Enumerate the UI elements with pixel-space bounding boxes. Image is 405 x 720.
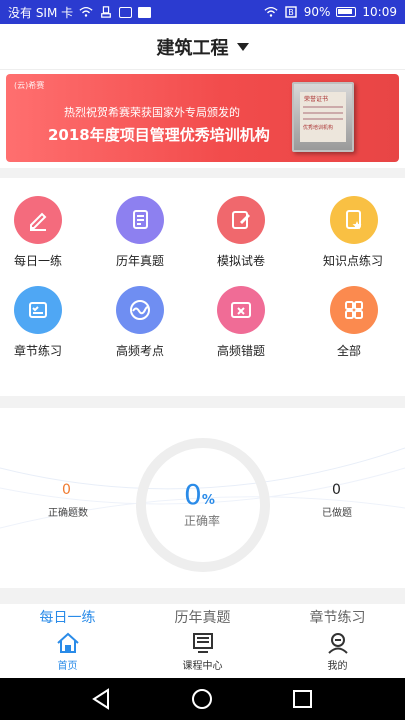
notification-icon (119, 6, 133, 18)
course-board-icon (192, 633, 213, 653)
star-document-icon (330, 196, 378, 244)
edit-paper-icon (217, 196, 265, 244)
grid-all-icon (330, 286, 378, 334)
grid-label: 模拟试卷 (217, 254, 266, 268)
grid-item-all[interactable]: 全部 (323, 286, 405, 359)
page-title: 建筑工程 (156, 37, 229, 59)
accuracy-rate-label: 正确率 (184, 514, 221, 528)
battery-percent: 90% (303, 5, 331, 19)
correct-count-value: 0 (62, 482, 71, 498)
svg-text:B: B (288, 8, 294, 17)
tab-daily-practice[interactable]: 每日一练 (0, 604, 135, 632)
done-count-label: 已做题 (322, 508, 352, 519)
nav-home-label: 首页 (57, 661, 78, 672)
save-indicator-icon: B (285, 6, 297, 18)
wave-icon (116, 286, 164, 334)
stats-panel: 0% 正确率 0 正确题数 0 已做题 (0, 408, 405, 588)
error-card-icon (217, 286, 265, 334)
image-notification-icon (138, 6, 152, 18)
wifi-signal-icon (264, 6, 278, 17)
document-icon (116, 196, 164, 244)
nav-courses[interactable]: 课程中心 (135, 632, 270, 678)
back-icon[interactable] (92, 688, 109, 710)
grid-item-knowledge-practice[interactable]: 知识点练习 (323, 196, 405, 269)
system-navigation-bar (0, 678, 405, 720)
certificate-stamp: 优秀培训机构 (303, 125, 334, 131)
grid-item-past-exams[interactable]: 历年真题 (116, 196, 216, 269)
banner-logo: (云)希赛 (14, 81, 45, 90)
nav-courses-label: 课程中心 (182, 661, 223, 672)
subject-selector[interactable]: 建筑工程 (0, 24, 405, 70)
grid-label: 每日一练 (14, 254, 63, 268)
caret-down-icon (236, 42, 249, 51)
grid-item-mock-exam[interactable]: 模拟试卷 (217, 196, 317, 269)
feature-grid: 每日一练 历年真题 模拟试卷 知识点练习 章节练习 高频考点 高频错题 全部 (0, 178, 405, 396)
bottom-navigation: 首页 课程中心 我的 (0, 632, 405, 678)
banner-headline: 2018年度项目管理优秀培训机构 (48, 126, 270, 144)
grid-item-frequent-points[interactable]: 高频考点 (116, 286, 216, 359)
wifi-icon (79, 6, 93, 17)
nav-mine-label: 我的 (327, 661, 348, 672)
carrier-text: 没有 SIM 卡 (8, 5, 74, 20)
user-icon (327, 633, 348, 654)
certificate-image: 荣誉证书 优秀培训机构 (292, 82, 354, 152)
certificate-title: 荣誉证书 (304, 96, 329, 103)
banner-section: (云)希赛 热烈祝贺希赛荣获国家外专局颁发的 2018年度项目管理优秀培训机构 … (0, 70, 405, 168)
grid-label: 高频错题 (217, 344, 266, 358)
accuracy-rate-value: 0% (184, 478, 215, 511)
checklist-icon (14, 286, 62, 334)
grid-item-daily-practice[interactable]: 每日一练 (14, 196, 114, 269)
recents-icon[interactable] (293, 690, 312, 708)
usb-icon (101, 6, 112, 18)
tab-chapter-practice[interactable]: 章节练习 (270, 604, 405, 632)
grid-label: 历年真题 (116, 254, 165, 268)
tab-past-exams[interactable]: 历年真题 (135, 604, 270, 632)
grid-item-frequent-mistakes[interactable]: 高频错题 (217, 286, 317, 359)
correct-count-label: 正确题数 (48, 508, 88, 519)
done-count-value: 0 (332, 482, 341, 498)
grid-label: 全部 (337, 344, 362, 358)
home-icon (56, 632, 79, 653)
battery-icon (336, 7, 357, 17)
grid-label: 高频考点 (116, 344, 165, 358)
clock-time: 10:09 (362, 5, 397, 19)
status-bar: 没有 SIM 卡 B 90% 10:09 (0, 0, 405, 24)
promo-banner[interactable]: (云)希赛 热烈祝贺希赛荣获国家外专局颁发的 2018年度项目管理优秀培训机构 … (6, 74, 399, 162)
nav-mine[interactable]: 我的 (270, 632, 405, 678)
practice-tabs: 每日一练 历年真题 章节练习 (0, 604, 405, 632)
pencil-icon (14, 196, 62, 244)
grid-item-chapter-practice[interactable]: 章节练习 (14, 286, 114, 359)
banner-subtitle: 热烈祝贺希赛荣获国家外专局颁发的 (64, 106, 240, 119)
grid-label: 知识点练习 (323, 254, 384, 268)
home-button-icon[interactable] (192, 689, 212, 709)
nav-home[interactable]: 首页 (0, 632, 135, 678)
grid-label: 章节练习 (14, 344, 63, 358)
